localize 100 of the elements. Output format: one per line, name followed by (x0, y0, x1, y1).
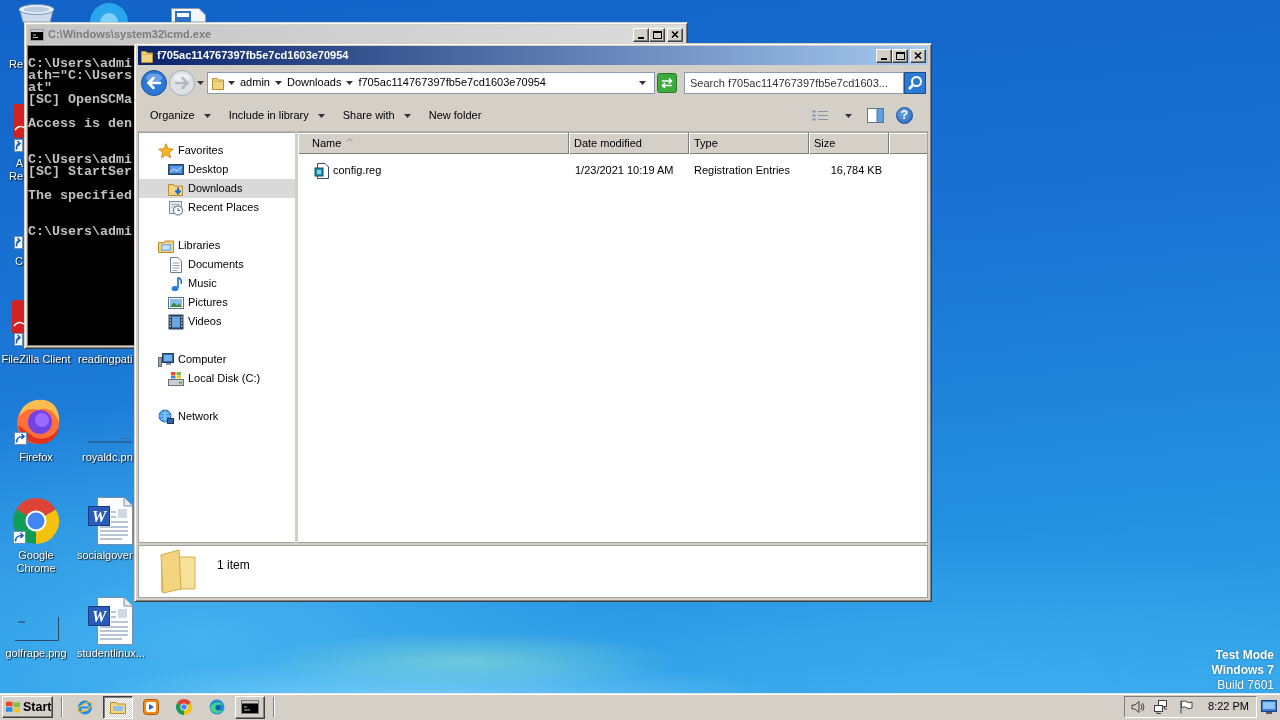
file-size: 16,784 KB (830, 164, 882, 178)
nav-item[interactable]: Libraries (139, 236, 295, 255)
desktop-icon-label[interactable]: C (0, 255, 23, 268)
refresh-icon[interactable] (657, 72, 677, 93)
document-icon (168, 256, 184, 273)
computer-icon (158, 351, 174, 368)
breadcrumb[interactable]: f705ac114767397fb5e7cd1603e70954 (357, 75, 547, 90)
disk-drive-icon (168, 370, 184, 387)
desktop-icon-label[interactable]: Re (0, 58, 23, 71)
date-modified: 1/23/2021 10:19 AM (575, 164, 674, 178)
file-name: config.reg (333, 164, 382, 178)
desktop-icon-label[interactable]: royaldc.pn (82, 451, 133, 464)
taskbar-button[interactable] (103, 695, 133, 719)
media-player-icon (143, 699, 159, 715)
application-icon[interactable] (13, 104, 25, 138)
menu-button[interactable]: Include in library (222, 105, 331, 126)
minimize-button[interactable] (876, 48, 892, 63)
film-strip-icon (168, 313, 184, 330)
minimize-button[interactable] (633, 27, 649, 42)
flag-icon[interactable] (1179, 700, 1194, 714)
recycle-bin-icon[interactable] (18, 4, 55, 22)
nav-item[interactable]: Pictures (139, 293, 295, 312)
address-bar[interactable]: admin Downloads f705ac114767397fb5e7cd1603e70954 (207, 71, 655, 94)
column-header[interactable]: Type (689, 133, 809, 154)
nav-item[interactable]: Music (139, 274, 295, 293)
network-icon (158, 408, 174, 425)
breadcrumb[interactable]: admin (239, 75, 271, 90)
speaker-icon[interactable] (1131, 700, 1146, 714)
address-dropdown-icon[interactable] (639, 80, 646, 85)
system-notice-text: Build 7601 (1216, 678, 1274, 693)
nav-item[interactable]: Downloads (139, 179, 295, 198)
desktop-icon-label[interactable]: A Re (0, 157, 23, 183)
maximize-button[interactable] (649, 27, 665, 42)
search-icon[interactable] (904, 71, 926, 94)
caret-icon[interactable] (845, 113, 852, 118)
command-prompt-icon (241, 699, 259, 715)
menu-button[interactable]: Share with (336, 105, 417, 126)
registry-file-icon (314, 163, 330, 179)
menu-button[interactable]: Organize (144, 105, 217, 126)
nav-item[interactable]: Local Disk (C:) (139, 369, 295, 388)
windows-logo-icon (5, 700, 21, 714)
nav-item[interactable]: Desktop (139, 160, 295, 179)
system-notice-text: Test Mode (1214, 648, 1274, 663)
desktop-icon-label[interactable]: readingpati (78, 353, 133, 366)
start-button[interactable]: Start (2, 696, 53, 718)
system-notice-text: Windows 7 (1211, 663, 1274, 678)
window-title: C:\Windows\system32\cmd.exe (48, 27, 212, 42)
recent-places-icon (168, 199, 184, 216)
edge-browser-icon (209, 699, 225, 715)
close-icon (671, 31, 679, 38)
file-type: Registration Entries (694, 164, 790, 178)
chrome-logo-icon[interactable] (12, 497, 60, 545)
nav-item[interactable]: Favorites (139, 141, 295, 160)
firefox-logo-icon[interactable] (14, 397, 60, 445)
close-button[interactable] (910, 48, 926, 63)
folder-icon (212, 75, 224, 90)
column-header-filler (889, 133, 927, 154)
monitor-icon (168, 161, 184, 178)
nav-item[interactable]: Videos (139, 312, 295, 331)
recent-pages-caret-icon[interactable] (197, 80, 204, 85)
close-icon (914, 52, 922, 59)
breadcrumb-arrow-icon[interactable] (274, 80, 282, 85)
breadcrumb[interactable]: Downloads (285, 75, 343, 90)
nav-item[interactable]: Computer (139, 350, 295, 369)
internet-explorer-icon (77, 699, 93, 715)
close-button[interactable] (667, 27, 683, 42)
column-header[interactable]: Date modified (569, 133, 689, 154)
picture-icon (168, 294, 184, 311)
breadcrumb-arrow-icon[interactable] (346, 80, 354, 85)
library-folder-icon (158, 237, 174, 254)
window-title: f705ac114767397fb5e7cd1603e70954 (157, 48, 349, 63)
clock[interactable]: 8:22 PM (1208, 700, 1249, 714)
nav-item[interactable]: Network (139, 407, 295, 426)
nav-item[interactable]: Documents (139, 255, 295, 274)
breadcrumb-arrow-icon[interactable] (228, 80, 235, 85)
item-count: 1 item (217, 558, 250, 573)
command-prompt-icon (30, 28, 44, 41)
maximize-icon (895, 51, 905, 60)
desktop-icon-label[interactable]: Firefox (0, 451, 72, 464)
preview-pane-icon[interactable] (867, 108, 884, 123)
console-output: C:\Users\admi ath="C:\Users at" [SC] OpenSCMa Access is den C:\Users\admi [SC] StartSer The specified C:\Users\admi (28, 58, 132, 238)
image-file-icon[interactable] (15, 617, 59, 641)
minimize-icon (881, 57, 887, 60)
maximize-button[interactable] (892, 48, 908, 63)
file-row[interactable]: config.reg 1/23/2021 10:19 AM Registration Entries 16,784 KB (298, 161, 927, 181)
star-icon (158, 142, 174, 159)
command-button[interactable]: New folder (422, 105, 488, 126)
desktop-icon-label[interactable]: FileZilla Client (0, 353, 74, 366)
nav-item[interactable]: Recent Places (139, 198, 295, 217)
column-header[interactable]: Name (298, 133, 569, 154)
chrome-logo-icon (176, 699, 192, 715)
column-header[interactable]: Size (809, 133, 889, 154)
folder-icon (141, 48, 153, 63)
maximize-icon (652, 30, 662, 39)
folder-icon (110, 699, 126, 715)
show-desktop-icon[interactable] (1261, 700, 1277, 714)
search-field[interactable]: Search f705ac114767397fb5e7cd1603... (684, 71, 904, 94)
folder-icon (159, 549, 197, 593)
application-icon[interactable] (12, 300, 24, 334)
minimize-icon (638, 36, 644, 39)
